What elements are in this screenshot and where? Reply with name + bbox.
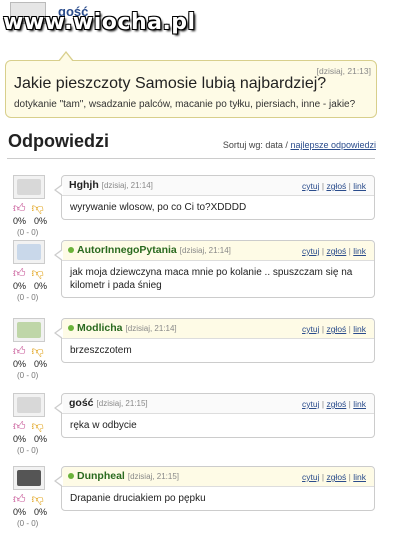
vote-up-percent: 0% [13,216,27,226]
permalink[interactable]: link [353,399,366,409]
thumb-up-icon[interactable]: 👍︎ [13,267,26,279]
vote-up-percent: 0% [13,359,27,369]
thumb-down-icon[interactable]: 👎︎ [32,420,44,432]
online-dot [68,325,74,331]
avatar[interactable] [13,466,45,490]
quote-link[interactable]: cytuj [302,399,319,409]
vote-up-percent: 0% [13,434,27,444]
answer-actions: cytuj | zgłoś | link [302,472,366,482]
answer-actions: cytuj | zgłoś | link [302,246,366,256]
question-box: [dzisiaj, 21:13] Jakie pieszczoty Samosi… [5,51,377,118]
vote-up-percent: 0% [13,507,27,517]
report-link[interactable]: zgłoś [326,246,346,256]
vote-count: (0 - 0) [17,519,39,528]
vote-down-percent: 0% [34,434,48,444]
answer-bubble: gość [dzisiaj, 21:15] cytuj | zgłoś | lin… [54,393,375,438]
avatar[interactable] [13,393,45,417]
vote-up-percent: 0% [13,281,27,291]
answer-time: [dzisiaj, 21:15] [96,399,148,408]
answer-time: [dzisiaj, 21:15] [127,472,179,481]
vote-count: (0 - 0) [17,371,39,380]
answer-bubble: Hghjh [dzisiaj, 21:14] cytuj | zgłoś | li… [54,175,375,220]
vote-count: (0 - 0) [17,293,39,302]
permalink[interactable]: link [353,181,366,191]
answer-author[interactable]: gość [dzisiaj, 21:15] [69,397,148,409]
question-title: Jakie pieszczoty Samosie lubią najbardzi… [14,75,327,92]
report-link[interactable]: zgłoś [326,324,346,334]
quote-link[interactable]: cytuj [302,324,319,334]
watermark: www.wiocha.pl [3,10,196,35]
vote-panel: 👍︎ 👎︎ 0% 0% (0 - 0) [13,202,47,237]
vote-panel: 👍︎ 👎︎ 0% 0% (0 - 0) [13,420,47,455]
thumb-down-icon[interactable]: 👎︎ [32,202,44,214]
answers-heading: Odpowiedzi [8,131,109,151]
answer-time: [dzisiaj, 21:14] [179,246,231,255]
thumb-up-icon[interactable]: 👍︎ [13,345,26,357]
answer-bubble: Modlicha [dzisiaj, 21:14] cytuj | zgłoś |… [54,318,375,363]
answer-text: jak moja dziewczyna maca mnie po kolanie… [70,267,353,291]
quote-link[interactable]: cytuj [302,181,319,191]
answer-text: Drapanie druciakiem po pępku [70,493,206,504]
answer-actions: cytuj | zgłoś | link [302,181,366,191]
thumb-down-icon[interactable]: 👎︎ [32,345,44,357]
vote-count: (0 - 0) [17,228,39,237]
answer-author[interactable]: Dunpheal [dzisiaj, 21:15] [77,470,179,482]
vote-panel: 👍︎ 👎︎ 0% 0% (0 - 0) [13,267,47,302]
report-link[interactable]: zgłoś [326,181,346,191]
answer-time: [dzisiaj, 21:14] [125,324,177,333]
thumb-down-icon[interactable]: 👎︎ [32,493,44,505]
permalink[interactable]: link [353,472,366,482]
vote-count: (0 - 0) [17,446,39,455]
report-link[interactable]: zgłoś [326,399,346,409]
sort-prefix: Sortuj wg: data / [222,140,291,150]
answer-bubble: Dunpheal [dzisiaj, 21:15] cytuj | zgłoś |… [54,466,375,511]
answer-actions: cytuj | zgłoś | link [302,399,366,409]
thumb-up-icon[interactable]: 👍︎ [13,202,26,214]
sort-best-link[interactable]: najlepsze odpowiedzi [290,140,376,150]
answer-time: [dzisiaj, 21:14] [101,181,153,190]
answer-author[interactable]: Hghjh [dzisiaj, 21:14] [69,179,153,191]
avatar[interactable] [13,240,45,264]
vote-down-percent: 0% [34,281,48,291]
answer-actions: cytuj | zgłoś | link [302,324,366,334]
divider [7,158,375,159]
sort-bar: Sortuj wg: data / najlepsze odpowiedzi [223,140,376,150]
online-dot [68,473,74,479]
vote-down-percent: 0% [34,507,48,517]
permalink[interactable]: link [353,324,366,334]
vote-panel: 👍︎ 👎︎ 0% 0% (0 - 0) [13,493,47,528]
question-subtitle: dotykanie "tam", wsadzanie palców, macan… [14,99,356,110]
answer-bubble: AutorInnegoPytania [dzisiaj, 21:14] cytuj… [54,240,375,298]
report-link[interactable]: zgłoś [326,472,346,482]
answer-text: wyrywanie wlosow, po co Ci to?XDDDD [70,202,247,213]
quote-link[interactable]: cytuj [302,246,319,256]
vote-down-percent: 0% [34,359,48,369]
quote-link[interactable]: cytuj [302,472,319,482]
answer-author[interactable]: AutorInnegoPytania [dzisiaj, 21:14] [77,244,231,256]
thumb-up-icon[interactable]: 👍︎ [13,420,26,432]
vote-panel: 👍︎ 👎︎ 0% 0% (0 - 0) [13,345,47,380]
answer-author[interactable]: Modlicha [dzisiaj, 21:14] [77,322,177,334]
avatar[interactable] [13,175,45,199]
vote-down-percent: 0% [34,216,48,226]
thumb-down-icon[interactable]: 👎︎ [32,267,44,279]
answer-text: brzeszczotem [70,345,132,356]
avatar[interactable] [13,318,45,342]
thumb-up-icon[interactable]: 👍︎ [13,493,26,505]
answer-text: ręka w odbycie [70,420,137,431]
permalink[interactable]: link [353,246,366,256]
online-dot [68,247,74,253]
